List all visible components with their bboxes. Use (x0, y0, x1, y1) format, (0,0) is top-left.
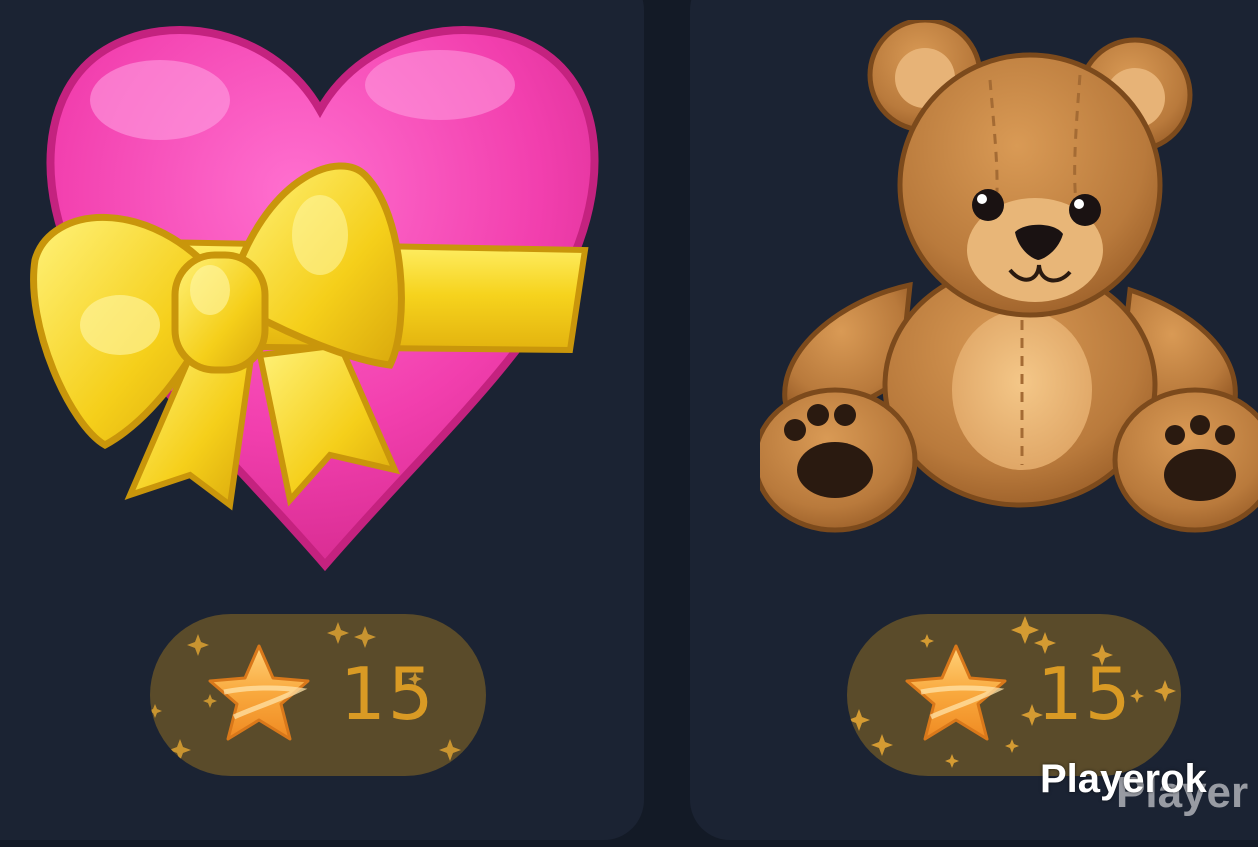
price-value: 15 (1037, 652, 1133, 736)
gift-grid: 15 15 Player Playerok (0, 0, 1258, 847)
price-badge-teddy-bear[interactable]: 15 (847, 614, 1181, 776)
teddy-bear-icon (760, 20, 1258, 533)
star-icon (905, 644, 1007, 741)
star-icon (208, 644, 310, 741)
price-value: 15 (340, 652, 436, 736)
price-badge-heart[interactable]: 15 (150, 614, 486, 776)
watermark: Playerok (1040, 757, 1207, 801)
heart-with-ribbon-icon (30, 26, 599, 572)
